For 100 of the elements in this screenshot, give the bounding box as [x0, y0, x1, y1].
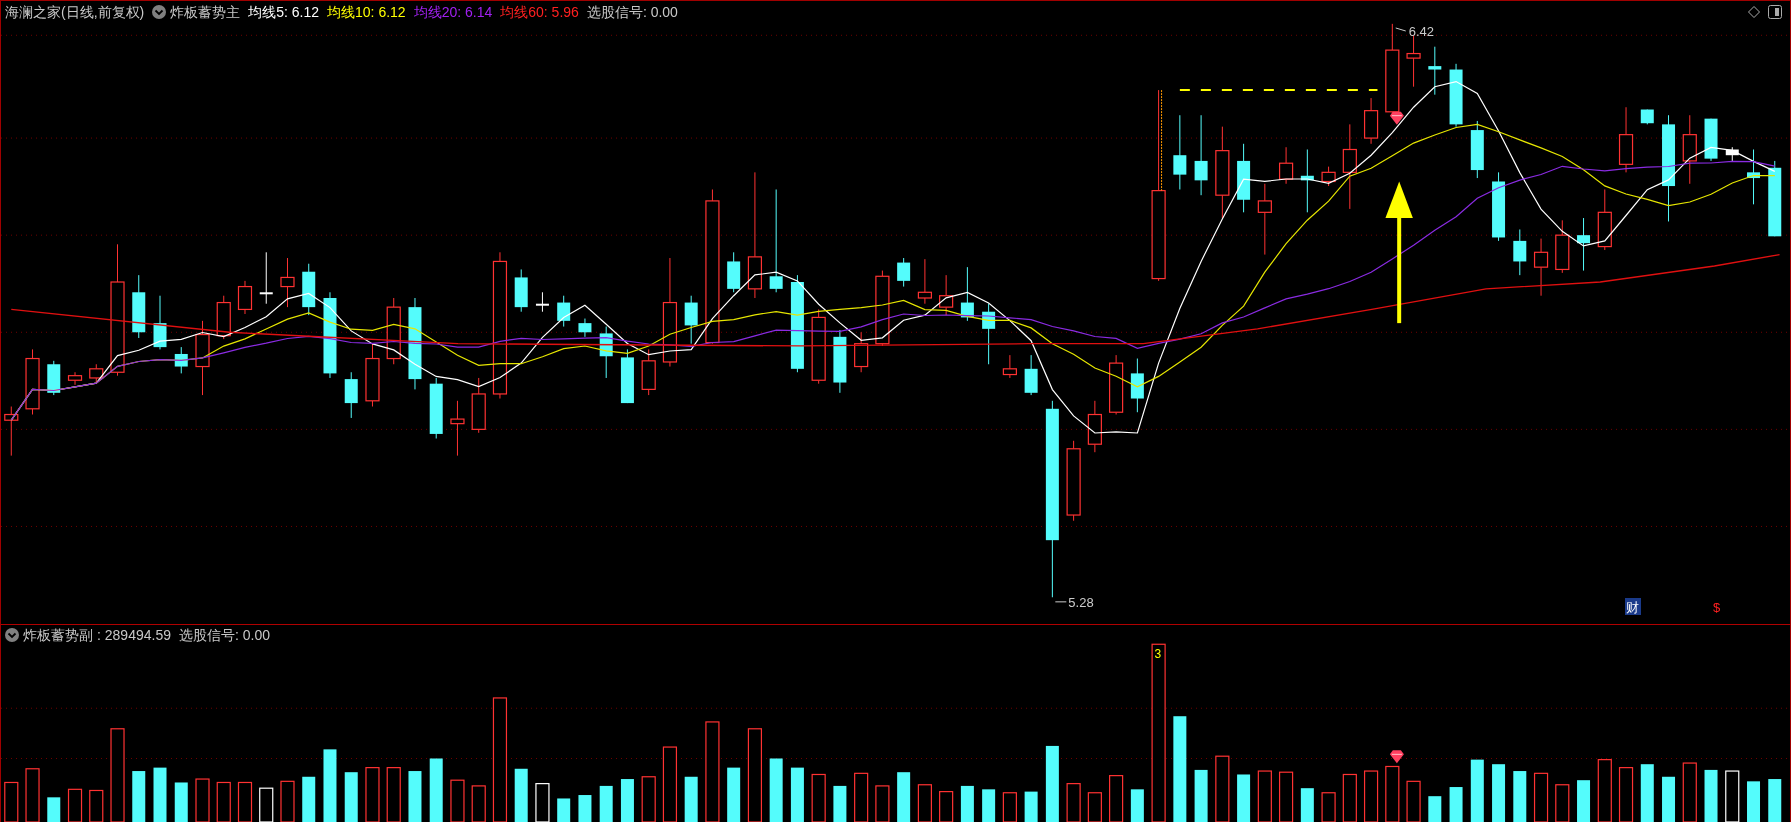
candlestick	[1618, 106, 1634, 173]
candlestick	[1130, 358, 1144, 413]
volume-bar	[833, 785, 847, 822]
signal-value: 选股信号: 0.00	[178, 625, 270, 645]
candlestick	[684, 295, 698, 345]
volume-bar	[344, 772, 358, 822]
volume-bar	[557, 798, 571, 822]
candlestick	[1747, 149, 1760, 205]
candlestick	[535, 291, 549, 313]
candlestick	[854, 331, 869, 373]
candlestick	[1577, 217, 1591, 272]
candlestick	[1470, 120, 1484, 179]
candlestick	[1725, 146, 1739, 162]
candlestick	[1513, 228, 1527, 276]
candlestick	[599, 326, 613, 379]
volume-bar	[302, 776, 316, 822]
candlestick	[89, 363, 104, 384]
indicator-value: 均线5: 6.12	[248, 2, 320, 22]
volume-bar	[1130, 789, 1144, 822]
candlestick	[259, 251, 273, 305]
dropdown-icon[interactable]	[5, 628, 19, 642]
volume-bar	[960, 785, 974, 822]
volume-bar	[429, 758, 443, 822]
candlestick	[557, 295, 571, 328]
volume-bar	[174, 782, 188, 822]
candlestick	[67, 371, 83, 386]
volume-bar	[1300, 788, 1314, 822]
indicator-value: 均线60: 5.96	[500, 2, 579, 22]
volume-bar	[790, 767, 804, 822]
indicator-name: 炸板蓄势副	[23, 625, 93, 645]
candlestick	[620, 348, 634, 404]
price-label: 6.42	[1408, 24, 1435, 39]
candlestick	[939, 274, 954, 316]
diamond-icon[interactable]	[1748, 6, 1760, 18]
candlestick	[1363, 97, 1379, 145]
candlestick	[1321, 166, 1336, 187]
candlestick	[47, 360, 61, 396]
volume-bar	[1704, 769, 1718, 822]
indicator-reading: : 289494.59	[97, 625, 171, 645]
chart-title: 海澜之家(日线,前复权)	[5, 2, 145, 22]
candlestick	[4, 406, 19, 457]
candlestick	[1704, 118, 1718, 162]
candlestick	[897, 257, 911, 288]
volume-bar	[1024, 791, 1038, 822]
candlestick	[1533, 238, 1549, 297]
volume-bar	[1513, 771, 1527, 822]
leader-line	[1395, 27, 1407, 32]
candlestick	[153, 295, 167, 350]
volume-bar	[982, 789, 996, 822]
candlestick	[471, 377, 486, 434]
candlestick	[578, 318, 592, 338]
candlestick	[1002, 354, 1017, 379]
volume-bar	[47, 797, 61, 822]
finance-marker[interactable]: 财	[1626, 600, 1639, 615]
candlestick	[982, 303, 996, 365]
volume-bar	[1237, 774, 1251, 822]
leader-line	[1054, 601, 1067, 603]
candlestick	[1597, 189, 1612, 251]
candlestick	[1279, 146, 1294, 185]
candlestick	[1555, 219, 1570, 274]
candlestick	[641, 348, 656, 396]
volume-bar	[514, 768, 528, 822]
candlestick	[344, 371, 358, 419]
volume-bar	[897, 772, 911, 822]
volume-bar	[1768, 779, 1782, 822]
indicator-value: 均线20: 6.14	[413, 2, 493, 22]
indicator-value: 均线10: 6.12	[327, 2, 406, 22]
volume-bar	[1492, 764, 1506, 822]
candlestick	[960, 266, 974, 322]
candlestick	[1087, 400, 1102, 453]
panel-toggle-icon[interactable]	[1768, 5, 1782, 19]
candlestick	[1406, 34, 1421, 88]
volume-bar	[1662, 776, 1676, 822]
candlestick	[1449, 63, 1463, 128]
dollar-marker[interactable]: $	[1713, 600, 1721, 615]
volume-bar	[620, 779, 634, 822]
dropdown-icon[interactable]	[152, 5, 167, 19]
candlestick	[1428, 46, 1442, 96]
volume-bar	[153, 767, 167, 822]
volume-bar	[1747, 781, 1760, 822]
candlestick	[1682, 114, 1697, 185]
volume-bar	[1577, 780, 1591, 822]
indicator-name: 炸板蓄势主	[170, 2, 241, 22]
candlestick	[302, 263, 316, 316]
candlestick	[1300, 149, 1314, 213]
candlestick	[25, 348, 40, 415]
candlestick	[1109, 354, 1124, 415]
candlestick	[216, 295, 231, 340]
candlestick	[237, 280, 253, 315]
candlestick	[280, 257, 295, 308]
candlestick	[365, 343, 380, 407]
volume-bar	[684, 776, 698, 822]
volume-bar	[132, 771, 146, 822]
indicator-value: 选股信号: 0.00	[586, 2, 678, 22]
volume-bar	[1640, 764, 1654, 822]
bar-label: 3	[1154, 647, 1162, 662]
candlestick	[1237, 143, 1251, 213]
volume-bar	[769, 758, 783, 822]
candlestick	[514, 268, 528, 313]
candlestick	[450, 400, 465, 457]
